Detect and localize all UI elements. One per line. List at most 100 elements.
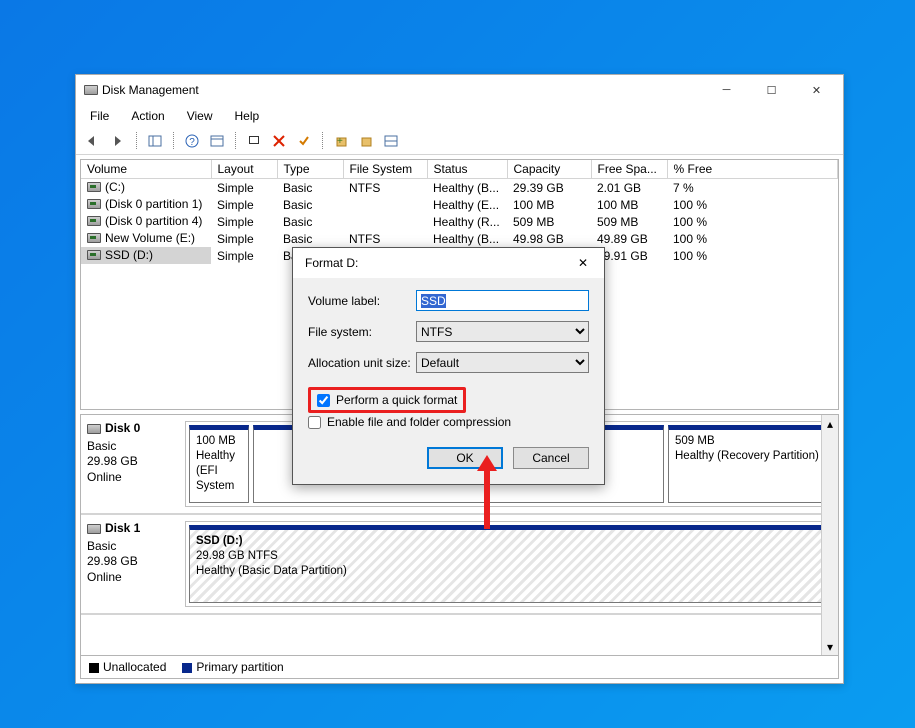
- cell-layout: Simple: [211, 213, 277, 230]
- forward-button[interactable]: [107, 130, 129, 152]
- new-simple-volume-button[interactable]: +: [330, 130, 352, 152]
- volume-name: SSD (D:): [105, 248, 153, 262]
- action-list-button[interactable]: [206, 130, 228, 152]
- partition-status: Healthy (Recovery Partition): [675, 450, 819, 462]
- disk-size: 29.98 GB: [87, 554, 177, 570]
- compression-label[interactable]: Enable file and folder compression: [327, 415, 511, 429]
- dialog-close-button[interactable]: ✕: [570, 253, 596, 273]
- legend-primary: Primary partition: [182, 660, 283, 674]
- cell-layout: Simple: [211, 196, 277, 213]
- properties-button[interactable]: [293, 130, 315, 152]
- col-type[interactable]: Type: [277, 160, 343, 179]
- back-button[interactable]: [82, 130, 104, 152]
- app-icon: [84, 85, 98, 95]
- show-hide-tree-button[interactable]: [144, 130, 166, 152]
- table-row[interactable]: (Disk 0 partition 1)SimpleBasicHealthy (…: [81, 196, 838, 213]
- cell-pct: 100 %: [667, 230, 838, 247]
- drive-icon: [87, 250, 101, 260]
- cell-layout: Simple: [211, 179, 277, 197]
- cell-pct: 100 %: [667, 213, 838, 230]
- cell-status: Healthy (E...: [427, 196, 507, 213]
- volume-name: (Disk 0 partition 4): [105, 214, 202, 228]
- volume-name: New Volume (E:): [105, 231, 195, 245]
- help-button[interactable]: ?: [181, 130, 203, 152]
- extend-volume-button[interactable]: [355, 130, 377, 152]
- menu-view[interactable]: View: [179, 107, 221, 125]
- legend-bar: Unallocated Primary partition: [80, 656, 839, 679]
- cell-free: 509 MB: [591, 213, 667, 230]
- file-system-label: File system:: [308, 325, 416, 339]
- menu-file[interactable]: File: [82, 107, 117, 125]
- allocation-unit-size-select[interactable]: Default: [416, 352, 589, 373]
- col-pct[interactable]: % Free: [667, 160, 838, 179]
- cancel-button[interactable]: Cancel: [513, 447, 589, 469]
- format-dialog: Format D: ✕ Volume label: File system: N…: [292, 247, 605, 485]
- col-free[interactable]: Free Spa...: [591, 160, 667, 179]
- legend-unallocated: Unallocated: [89, 660, 166, 674]
- volume-name: (C:): [105, 180, 125, 194]
- col-fs[interactable]: File System: [343, 160, 427, 179]
- cell-pct: 7 %: [667, 179, 838, 197]
- cell-layout: Simple: [211, 247, 277, 264]
- disk-name: Disk 1: [105, 521, 140, 537]
- dialog-titlebar: Format D: ✕: [293, 248, 604, 278]
- disk-info: Disk 1 Basic29.98 GBOnline: [87, 521, 177, 607]
- cell-free: 100 MB: [591, 196, 667, 213]
- drive-icon: [87, 182, 101, 192]
- compression-checkbox[interactable]: [308, 416, 321, 429]
- partition-size: 509 MB: [675, 435, 715, 447]
- cell-status: Healthy (B...: [427, 179, 507, 197]
- file-system-select[interactable]: NTFS: [416, 321, 589, 342]
- cell-fs: [343, 196, 427, 213]
- svg-text:+: +: [337, 136, 343, 147]
- scroll-down-icon[interactable]: ▾: [822, 638, 838, 655]
- cell-free: 49.89 GB: [591, 230, 667, 247]
- disk-info: Disk 0Basic29.98 GBOnline: [87, 421, 177, 507]
- cell-fs: NTFS: [343, 179, 427, 197]
- partition-size: 29.98 GB NTFS: [196, 550, 278, 562]
- disk-icon: [87, 524, 101, 534]
- cell-status: Healthy (B...: [427, 230, 507, 247]
- table-row[interactable]: (C:) SimpleBasicNTFSHealthy (B...29.39 GB…: [81, 179, 838, 197]
- annotation-arrow-icon: [484, 469, 490, 529]
- drive-icon: [87, 199, 101, 209]
- cell-capacity: 100 MB: [507, 196, 591, 213]
- disk-state: Online: [87, 570, 177, 586]
- disk-icon: [87, 424, 101, 434]
- menu-action[interactable]: Action: [123, 107, 172, 125]
- table-row[interactable]: (Disk 0 partition 4)SimpleBasicHealthy (…: [81, 213, 838, 230]
- col-layout[interactable]: Layout: [211, 160, 277, 179]
- col-capacity[interactable]: Capacity: [507, 160, 591, 179]
- cell-capacity: 49.98 GB: [507, 230, 591, 247]
- volume-label-field[interactable]: [416, 290, 589, 311]
- volume-name: (Disk 0 partition 1): [105, 197, 202, 211]
- disk-map-scrollbar[interactable]: ▴ ▾: [821, 415, 838, 655]
- cell-pct: 100 %: [667, 196, 838, 213]
- quick-format-label[interactable]: Perform a quick format: [336, 393, 457, 407]
- quick-format-highlight: Perform a quick format: [308, 387, 466, 413]
- cell-type: Basic: [277, 179, 343, 197]
- close-button[interactable]: ✕: [794, 77, 839, 103]
- quick-format-checkbox[interactable]: [317, 394, 330, 407]
- disk-partitions: SSD (D:)29.98 GB NTFSHealthy (Basic Data…: [185, 521, 832, 607]
- refresh-button[interactable]: [243, 130, 265, 152]
- col-status[interactable]: Status: [427, 160, 507, 179]
- cell-free: 2.01 GB: [591, 179, 667, 197]
- partition[interactable]: 509 MB Healthy (Recovery Partition): [668, 425, 828, 503]
- partition[interactable]: 100 MBHealthy (EFI System: [189, 425, 249, 503]
- partition[interactable]: SSD (D:)29.98 GB NTFSHealthy (Basic Data…: [189, 525, 828, 603]
- volume-list-style-button[interactable]: [380, 130, 402, 152]
- cell-capacity: 509 MB: [507, 213, 591, 230]
- table-row[interactable]: New Volume (E:)SimpleBasicNTFSHealthy (B…: [81, 230, 838, 247]
- volume-label-label: Volume label:: [308, 294, 416, 308]
- disk-type: Basic: [87, 539, 177, 555]
- delete-button[interactable]: [268, 130, 290, 152]
- cell-layout: Simple: [211, 230, 277, 247]
- maximize-button[interactable]: ☐: [749, 77, 794, 103]
- partition-status: Healthy (EFI System: [196, 450, 235, 492]
- menu-help[interactable]: Help: [227, 107, 268, 125]
- minimize-button[interactable]: ─: [704, 77, 749, 103]
- col-volume[interactable]: Volume: [81, 160, 211, 179]
- scroll-up-icon[interactable]: ▴: [822, 415, 838, 432]
- cell-capacity: 29.39 GB: [507, 179, 591, 197]
